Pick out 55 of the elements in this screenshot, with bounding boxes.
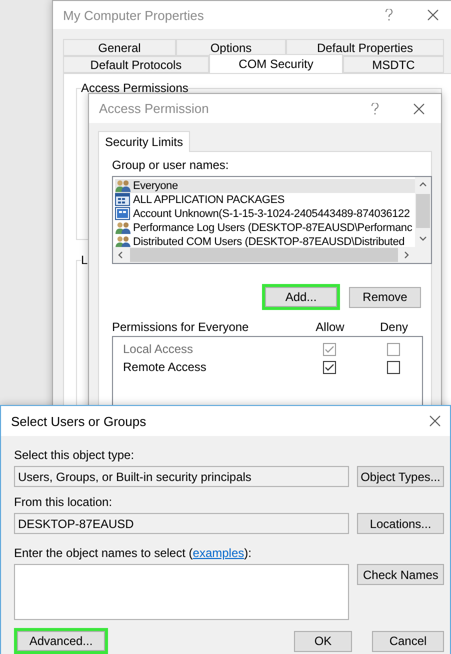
names-list[interactable]: Everyone ALL APPLICATION PACKAGES Account Unknown(S-1-15-3-1024-2405443489-874036122 Performance Log Users (DESKTOP-87EAUSD\Performanc Distributed COM Users (DESKTOP-87EAUSD\Distributed — [112, 176, 432, 264]
advanced-button[interactable]: Advanced... — [14, 628, 108, 654]
permission-name: Local Access — [123, 342, 194, 356]
permissions-label: Permissions for Everyone — [112, 320, 250, 334]
field-label: Select this object type: — [14, 448, 136, 462]
object-types-button[interactable]: Object Types... — [357, 466, 444, 487]
group-label: L — [81, 253, 88, 267]
cancel-button[interactable]: Cancel — [372, 630, 444, 652]
scroll-right-icon[interactable] — [403, 251, 411, 259]
window-title: My Computer Properties — [63, 8, 205, 22]
tab[interactable]: Options — [176, 39, 286, 56]
tab[interactable]: COM Security — [209, 54, 343, 73]
tab[interactable]: Security Limits — [98, 131, 190, 152]
users-icon — [115, 179, 131, 193]
horizontal-scrollbar[interactable] — [113, 247, 415, 263]
list-item[interactable]: Everyone — [115, 179, 415, 193]
window-grid-icon — [115, 193, 131, 207]
names-label-end: ): — [244, 546, 252, 560]
close-icon — [413, 102, 425, 114]
locations-button[interactable]: Locations... — [357, 513, 444, 534]
allow-checkbox[interactable] — [322, 360, 336, 374]
scroll-up-icon[interactable] — [419, 181, 427, 189]
check-names-button[interactable]: Check Names — [357, 564, 444, 585]
users-icon — [115, 221, 131, 235]
object-type-field[interactable]: Users, Groups, or Built-in security principals — [14, 466, 349, 487]
close-icon — [429, 415, 441, 427]
list-label: Group or user names: — [112, 158, 230, 172]
deny-checkbox[interactable] — [386, 360, 400, 374]
scroll-left-icon[interactable] — [117, 251, 125, 259]
object-names-input[interactable] — [14, 564, 350, 620]
remove-button[interactable]: Remove — [349, 286, 421, 308]
dialog-title: Access Permission — [99, 101, 210, 116]
column-header: Deny — [378, 320, 409, 334]
ok-button[interactable]: OK — [294, 630, 352, 652]
list-item[interactable]: Performance Log Users (DESKTOP-87EAUSD\Performanc — [115, 221, 415, 235]
help-icon — [385, 9, 393, 21]
add-button[interactable]: Add... — [262, 284, 340, 310]
column-header: Allow — [314, 320, 346, 334]
tab[interactable]: Default Protocols — [63, 56, 209, 73]
tab[interactable]: General — [63, 39, 176, 56]
tab[interactable]: Default Properties — [286, 39, 444, 56]
dialog-title: Select Users or Groups — [11, 414, 148, 428]
scroll-down-icon[interactable] — [419, 235, 427, 243]
vertical-scrollbar[interactable] — [415, 177, 431, 247]
location-field[interactable]: DESKTOP-87EAUSD — [14, 513, 349, 534]
tab[interactable]: MSDTC — [343, 56, 444, 73]
list-item[interactable]: ALL APPLICATION PACKAGES — [115, 193, 415, 207]
examples-link[interactable]: examples — [192, 546, 244, 560]
close-icon — [427, 9, 439, 21]
help-icon — [371, 102, 379, 114]
account-window-icon — [115, 207, 131, 221]
field-label: From this location: — [14, 495, 114, 509]
permission-name: Remote Access — [123, 360, 208, 374]
names-label: Enter the object names to select ( — [14, 546, 193, 560]
list-item[interactable]: Account Unknown(S-1-15-3-1024-2405443489-874036122 — [115, 207, 415, 221]
